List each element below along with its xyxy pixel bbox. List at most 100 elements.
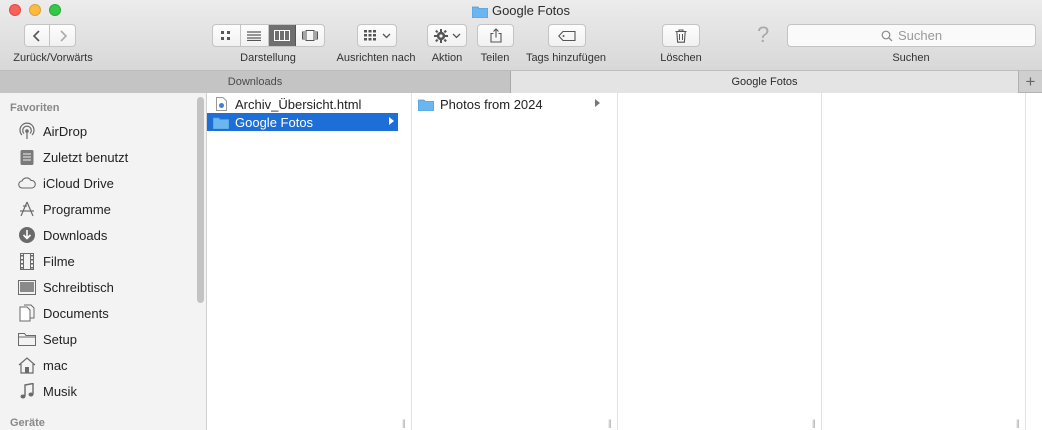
sidebar-item-icloud-drive[interactable]: iCloud Drive: [18, 172, 114, 194]
column-empty: ||: [822, 93, 1026, 430]
sidebar-item-label: Musik: [43, 383, 77, 399]
help-icon[interactable]: ?: [757, 22, 769, 48]
sidebar-item-downloads[interactable]: Downloads: [18, 224, 107, 246]
sidebar-item-label: Schreibtisch: [43, 279, 114, 295]
film-icon: [18, 252, 36, 270]
sidebar-section-favorites: Favoriten: [10, 102, 60, 114]
disclosure-arrow-icon: [389, 117, 394, 125]
tags-label: Tags hinzufügen: [525, 52, 607, 64]
sidebar-item-label: Programme: [43, 201, 111, 217]
sidebar-item-programme[interactable]: Programme: [18, 198, 111, 220]
arrange-grid-icon: [363, 30, 376, 41]
sidebar-item-schreibtisch[interactable]: Schreibtisch: [18, 276, 114, 298]
tags-button[interactable]: [548, 24, 586, 47]
view-label: Darstellung: [240, 52, 296, 64]
tab-google-fotos[interactable]: Google Fotos: [511, 71, 1018, 93]
new-tab-button[interactable]: +: [1018, 71, 1042, 93]
grid-icon: [221, 30, 231, 40]
music-icon: [18, 382, 36, 400]
list-item[interactable]: Photos from 2024: [412, 95, 604, 113]
folder-icon: [213, 115, 229, 129]
column-downloads: Archiv_Übersicht.html Google Fotos ||: [207, 93, 412, 430]
applications-icon: [18, 200, 36, 218]
window-title-text: Google Fotos: [491, 3, 571, 18]
back-button[interactable]: [25, 25, 51, 46]
window-title: Google Fotos: [0, 2, 1042, 20]
column-view-button[interactable]: [268, 25, 297, 46]
gear-icon: [433, 28, 448, 43]
delete-button[interactable]: [662, 24, 700, 47]
chevron-down-icon: [382, 33, 390, 38]
column-google-fotos: Photos from 2024 ||: [412, 93, 618, 430]
columns-icon: [273, 30, 290, 41]
sidebar-item-filme[interactable]: Filme: [18, 250, 75, 272]
tab-downloads[interactable]: Downloads: [0, 71, 511, 93]
search-field[interactable]: Suchen: [787, 24, 1036, 47]
airdrop-icon: [18, 122, 36, 140]
delete-label: Löschen: [660, 52, 702, 64]
folder-icon: [418, 97, 434, 111]
list-icon: [247, 30, 262, 41]
folder-name: Photos from 2024: [440, 96, 543, 112]
tag-icon: [558, 30, 576, 41]
html-file-icon: [213, 97, 229, 111]
list-view-button[interactable]: [241, 25, 269, 46]
sidebar-item-label: Setup: [43, 331, 77, 347]
action-button[interactable]: [427, 24, 467, 47]
share-icon: [489, 28, 502, 43]
column-resize-handle[interactable]: ||: [608, 418, 612, 428]
folder-icon: [18, 330, 36, 348]
view-mode-control: [212, 24, 325, 47]
search-placeholder: Suchen: [897, 28, 943, 43]
sidebar-item-label: iCloud Drive: [43, 175, 114, 191]
column-browser: Archiv_Übersicht.html Google Fotos || Ph…: [207, 93, 1042, 430]
column-resize-handle[interactable]: ||: [812, 418, 816, 428]
sidebar-item-documents[interactable]: Documents: [18, 302, 109, 324]
folder-icon: [471, 5, 489, 23]
sidebar-item-label: mac: [43, 357, 68, 373]
sidebar: Favoriten AirDrop Zuletzt benutzt iCloud…: [0, 93, 207, 430]
search-label: Suchen: [892, 52, 930, 64]
chevron-right-icon: [59, 29, 67, 42]
search-icon: [881, 30, 893, 41]
document-icon: [18, 304, 36, 322]
coverflow-icon: [302, 30, 319, 41]
action-label: Aktion: [431, 52, 463, 64]
sidebar-item-label: AirDrop: [43, 123, 88, 139]
back-forward-control: [24, 24, 76, 47]
sidebar-item-musik[interactable]: Musik: [18, 380, 77, 402]
sidebar-item-label: Downloads: [43, 227, 108, 243]
column-resize-handle[interactable]: ||: [402, 418, 406, 428]
sidebar-item-label: Documents: [43, 305, 109, 321]
home-icon: [18, 356, 36, 374]
share-button[interactable]: [477, 24, 514, 47]
forward-button[interactable]: [50, 25, 75, 46]
list-item[interactable]: Google Fotos: [207, 113, 398, 131]
sidebar-item-airdrop[interactable]: AirDrop: [18, 120, 87, 142]
share-label: Teilen: [480, 52, 510, 64]
icon-view-button[interactable]: [213, 25, 241, 46]
gallery-view-button[interactable]: [296, 25, 324, 46]
sidebar-item-setup[interactable]: Setup: [18, 328, 77, 350]
folder-name: Google Fotos: [235, 114, 314, 130]
desktop-icon: [18, 278, 36, 296]
column-resize-handle[interactable]: ||: [1016, 418, 1020, 428]
list-item[interactable]: Archiv_Übersicht.html: [207, 95, 398, 113]
recents-icon: [18, 148, 36, 166]
disclosure-arrow-icon: [595, 99, 600, 107]
sidebar-scrollbar[interactable]: [197, 97, 204, 303]
chevron-down-icon: [452, 33, 460, 38]
sidebar-item-mac[interactable]: mac: [18, 354, 68, 376]
toolbar: Google Fotos Zurück/Vorwärts Darstellung…: [0, 0, 1042, 70]
arrange-label: Ausrichten nach: [336, 52, 416, 64]
file-name: Archiv_Übersicht.html: [235, 96, 362, 112]
back-forward-label: Zurück/Vorwärts: [13, 52, 93, 64]
sidebar-item-label: Filme: [43, 253, 75, 269]
sidebar-item-recents[interactable]: Zuletzt benutzt: [18, 146, 128, 168]
arrange-button[interactable]: [357, 24, 397, 47]
column-empty: ||: [618, 93, 822, 430]
chevron-left-icon: [32, 29, 40, 42]
trash-icon: [675, 28, 687, 43]
download-icon: [18, 226, 36, 244]
sidebar-item-label: Zuletzt benutzt: [43, 149, 129, 165]
